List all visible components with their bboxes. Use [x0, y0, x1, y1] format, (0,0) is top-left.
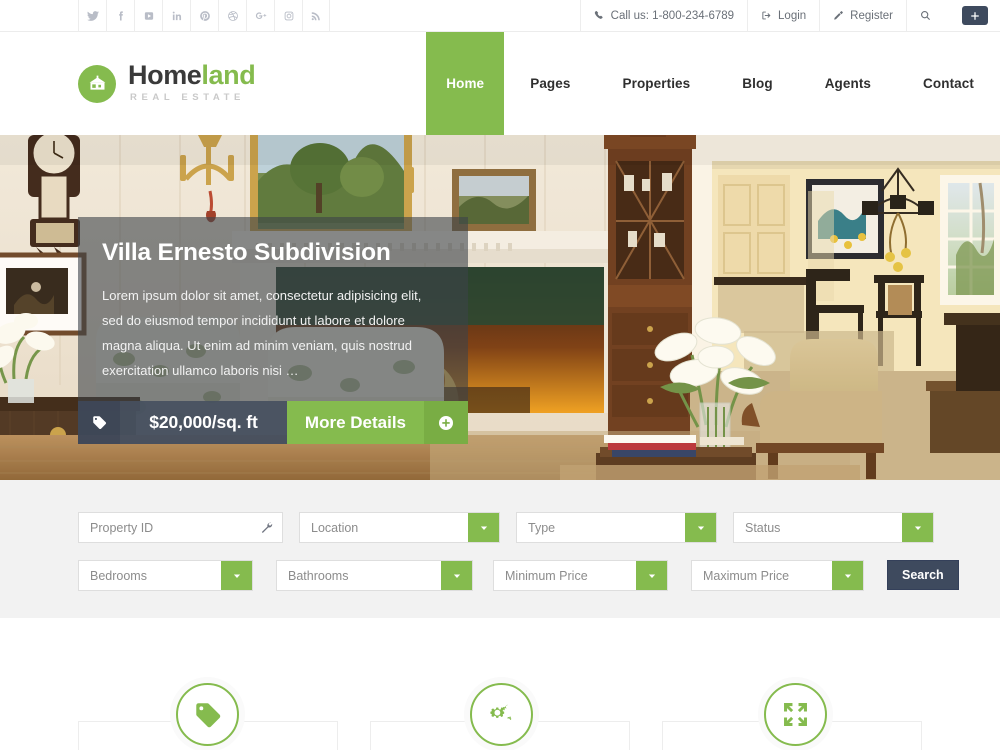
hero-caption: Villa Ernesto Subdivision Lorem ipsum do…: [78, 217, 468, 444]
status-select[interactable]: Status: [733, 512, 934, 543]
googleplus-icon[interactable]: [246, 0, 274, 32]
house-logo-icon: [78, 64, 116, 103]
nav-label: Properties: [622, 76, 691, 91]
maximum-price-select[interactable]: Maximum Price: [691, 560, 864, 591]
property-search-bar: Property ID Location Type Status Bedroom…: [0, 480, 1000, 618]
search-row-1: Property ID Location Type Status: [78, 512, 1000, 543]
linkedin-icon[interactable]: [162, 0, 190, 32]
top-bar-right: Call us: 1-800-234-6789 Login Register: [579, 0, 1000, 31]
page-root: Call us: 1-800-234-6789 Login Register H…: [0, 0, 1000, 750]
rss-icon[interactable]: [302, 0, 330, 32]
nav-label: Contact: [923, 76, 974, 91]
nav-item-pages[interactable]: Pages: [504, 32, 596, 135]
social-links: [78, 0, 330, 32]
nav-label: Pages: [530, 76, 571, 91]
hero-caption-body: Villa Ernesto Subdivision Lorem ipsum do…: [78, 217, 468, 401]
location-label: Location: [311, 520, 359, 535]
nav-label: Blog: [742, 76, 773, 91]
chevron-down-icon[interactable]: [468, 513, 499, 542]
phone-icon: [594, 10, 605, 21]
chevron-down-icon[interactable]: [832, 561, 863, 590]
hero-price-bar: $20,000/sq. ft More Details: [78, 401, 468, 444]
hero-price: $20,000/sq. ft: [120, 401, 287, 444]
type-select[interactable]: Type: [516, 512, 717, 543]
feature-icon-expand[interactable]: [764, 683, 827, 746]
login-link[interactable]: Login: [747, 0, 819, 31]
logo-land: land: [201, 60, 256, 91]
hero-title: Villa Ernesto Subdivision: [102, 239, 391, 266]
chevron-down-icon[interactable]: [685, 513, 716, 542]
logo-subtitle: REAL ESTATE: [130, 92, 245, 104]
search-row-2: Bedrooms Bathrooms Minimum Price Maximum…: [78, 560, 1000, 591]
wrench-icon: [260, 521, 273, 534]
search-button-label: Search: [902, 568, 944, 582]
tag-icon: [78, 401, 120, 444]
more-details-plus-button[interactable]: [424, 401, 468, 444]
chevron-down-icon[interactable]: [902, 513, 933, 542]
property-id-placeholder: Property ID: [90, 520, 154, 535]
location-select[interactable]: Location: [299, 512, 500, 543]
logo-home: Home: [128, 60, 202, 91]
nav-item-agents[interactable]: Agents: [799, 32, 897, 135]
youtube-icon[interactable]: [134, 0, 162, 32]
search-button[interactable]: Search: [887, 560, 959, 590]
more-details-label: More Details: [304, 412, 406, 432]
bedrooms-select[interactable]: Bedrooms: [78, 560, 253, 591]
register-link[interactable]: Register: [819, 0, 906, 31]
feature-icon-tag[interactable]: [176, 683, 239, 746]
property-id-input[interactable]: Property ID: [78, 512, 283, 543]
hero-description: Lorem ipsum dolor sit amet, consectetur …: [102, 288, 422, 378]
twitter-icon[interactable]: [78, 0, 106, 32]
nav-item-contact[interactable]: Contact: [897, 32, 1000, 135]
plus-circle-icon: [439, 415, 453, 430]
chevron-down-icon[interactable]: [221, 561, 252, 590]
search-icon: [920, 10, 931, 21]
minimum-price-select[interactable]: Minimum Price: [493, 560, 668, 591]
plus-icon: [971, 11, 979, 20]
minimum-price-label: Minimum Price: [505, 568, 588, 583]
hero-slider: Villa Ernesto Subdivision Lorem ipsum do…: [0, 135, 1000, 480]
nav-item-properties[interactable]: Properties: [597, 32, 717, 135]
expand-arrows-icon: [784, 703, 807, 726]
call-us-label: Call us: 1-800-234-6789: [610, 9, 735, 22]
nav-item-blog[interactable]: Blog: [716, 32, 798, 135]
pinterest-icon[interactable]: [190, 0, 218, 32]
pencil-icon: [833, 10, 844, 21]
logo-wordmark: Homeland REAL ESTATE: [128, 60, 256, 105]
chevron-down-icon[interactable]: [636, 561, 667, 590]
nav-label: Home: [446, 76, 485, 91]
bathrooms-select[interactable]: Bathrooms: [276, 560, 473, 591]
facebook-icon[interactable]: [106, 0, 134, 32]
more-details-button[interactable]: More Details: [286, 401, 424, 444]
tag-icon: [195, 702, 220, 727]
logo-title: Homeland: [128, 60, 256, 91]
search-toggle[interactable]: [906, 0, 944, 31]
type-label: Type: [528, 520, 556, 535]
nav-label: Agents: [824, 76, 872, 91]
login-label: Login: [778, 9, 807, 22]
maximum-price-label: Maximum Price: [703, 568, 790, 583]
bedrooms-label: Bedrooms: [90, 568, 147, 583]
chevron-down-icon[interactable]: [441, 561, 472, 590]
site-header: Homeland REAL ESTATE Home Pages Properti…: [0, 32, 1000, 135]
main-nav: Home Pages Properties Blog Agents Contac…: [426, 32, 1000, 135]
call-us[interactable]: Call us: 1-800-234-6789: [579, 0, 747, 31]
bathrooms-label: Bathrooms: [288, 568, 349, 583]
sign-in-icon: [761, 10, 772, 21]
status-label: Status: [745, 520, 781, 535]
top-bar: Call us: 1-800-234-6789 Login Register: [0, 0, 1000, 32]
dribbble-icon[interactable]: [218, 0, 246, 32]
feature-icon-cogs[interactable]: [470, 683, 533, 746]
register-label: Register: [850, 9, 893, 22]
nav-item-home[interactable]: Home: [426, 32, 505, 135]
instagram-icon[interactable]: [274, 0, 302, 32]
add-button[interactable]: [962, 6, 988, 25]
features-section: [0, 618, 1000, 750]
site-logo[interactable]: Homeland REAL ESTATE: [78, 32, 256, 135]
cogs-icon: [490, 704, 512, 722]
